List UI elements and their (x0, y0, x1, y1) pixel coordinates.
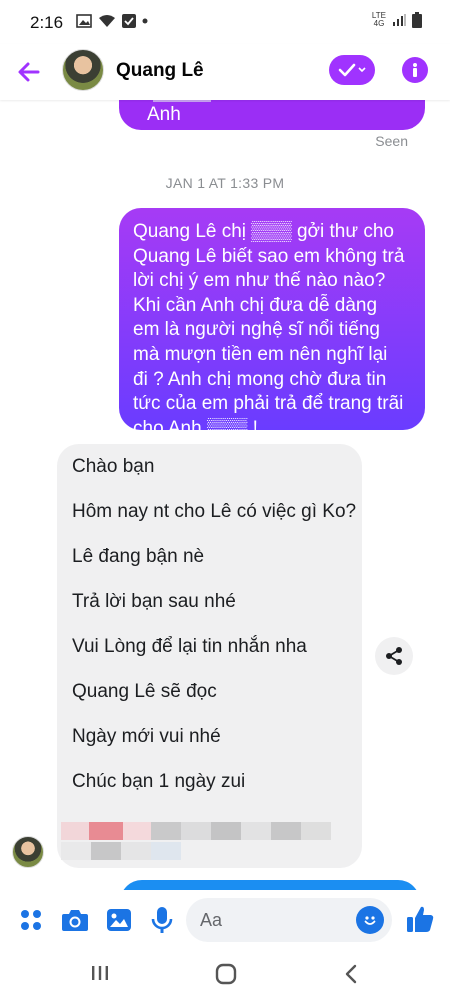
check-notification-icon (122, 14, 136, 28)
auto-reply-line: Trả lời bạn sau nhé (72, 591, 236, 612)
recent-apps-icon[interactable] (90, 963, 110, 983)
thumbs-up-icon[interactable] (406, 904, 434, 934)
wifi-icon (99, 15, 115, 27)
conversation-header: Quang Lê (0, 44, 450, 100)
auto-reply-line: Chúc bạn 1 ngày zui (72, 771, 246, 792)
outgoing-message-previous[interactable]: cho Anh ! (119, 100, 425, 130)
check-icon (338, 63, 356, 77)
image-icon[interactable] (106, 907, 132, 933)
incoming-auto-reply[interactable]: Chào bạn Hôm nay nt cho Lê có việc gì Ko?… (57, 444, 362, 868)
blurred-content-2 (61, 842, 181, 860)
contact-name[interactable]: Quang Lê (116, 60, 204, 82)
contact-avatar[interactable] (62, 49, 104, 91)
message-input[interactable]: Aa (186, 898, 392, 942)
share-icon (386, 647, 402, 665)
microphone-icon[interactable] (151, 906, 173, 934)
info-icon (413, 63, 417, 77)
auto-reply-line: Quang Lê sẽ đọc (72, 681, 217, 702)
auto-reply-line: Hôm nay nt cho Lê có việc gì Ko? (72, 501, 357, 522)
four-dots-icon[interactable] (20, 909, 42, 931)
redacted-name (153, 100, 211, 102)
auto-reply-line: Vui Lòng để lại tin nhắn nha (72, 636, 307, 657)
blurred-content (61, 822, 331, 840)
system-navigation-bar (0, 950, 450, 1000)
share-button[interactable] (375, 637, 413, 675)
arrow-left-icon[interactable] (16, 59, 42, 85)
auto-reply-line: Lê đang bận nè (72, 546, 205, 567)
signal-icon (393, 14, 406, 26)
outgoing-message[interactable]: Quang Lê chị ▒▒▒ gởi thư cho Quang Lê bi… (119, 208, 425, 439)
dot-icon (142, 18, 148, 24)
status-bar: 2:16 LTE 4G (0, 0, 450, 44)
seen-indicator: Seen (375, 133, 408, 149)
message-composer: Aa (0, 890, 450, 950)
outgoing-message-next[interactable] (120, 880, 420, 890)
auto-reply-line: Ngày mới vui nhé (72, 726, 221, 747)
camera-icon[interactable] (61, 908, 89, 932)
message-text-end: ! (147, 100, 152, 104)
network-type: LTE 4G (371, 11, 386, 28)
chevron-down-icon (358, 67, 366, 73)
battery-icon (412, 12, 422, 28)
emoji-button[interactable] (356, 906, 384, 934)
gallery-notification-icon (76, 14, 92, 28)
status-dropdown-button[interactable] (329, 55, 375, 85)
info-button[interactable] (402, 57, 428, 83)
message-input-placeholder: Aa (200, 910, 223, 930)
home-icon[interactable] (215, 963, 237, 985)
emoji-icon (364, 916, 376, 925)
sender-avatar[interactable] (12, 836, 44, 868)
message-list[interactable]: cho Anh ! Seen JAN 1 AT 1:33 PM Quang Lê… (0, 100, 450, 890)
auto-reply-line: Chào bạn (72, 456, 155, 477)
status-time: 2:16 (30, 13, 64, 32)
back-nav-icon[interactable] (344, 963, 358, 985)
message-timestamp: JAN 1 AT 1:33 PM (165, 175, 285, 191)
